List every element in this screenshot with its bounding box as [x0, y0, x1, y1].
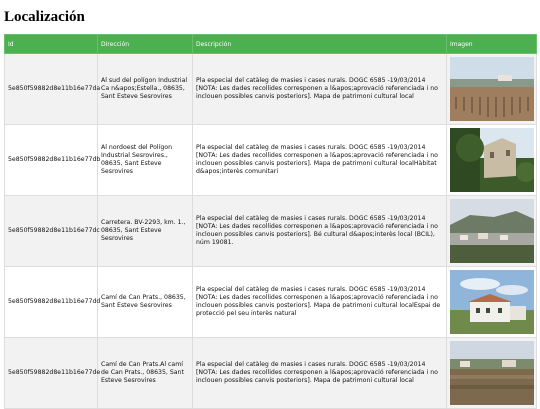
cell-imagen [446, 337, 537, 409]
cell-direccion: Al sud del polígon Industrial Ca n&apos;… [97, 53, 193, 125]
cell-id: 5e850f59882d8e11b16e77da [4, 53, 100, 125]
cell-descripcion: Pla especial del catàleg de masies i cas… [192, 124, 447, 196]
page-title: Localización [4, 9, 85, 25]
hillside-village-photo[interactable] [450, 199, 534, 263]
ruined-tower-photo[interactable] [450, 128, 534, 192]
cell-imagen [446, 195, 537, 267]
column-header-direccion: Dirección [97, 34, 193, 54]
cell-imagen [446, 53, 537, 125]
white-farmhouse-photo[interactable] [450, 270, 534, 334]
localizacion-table: Id Dirección Descripción Imagen 5e850f59… [4, 34, 537, 409]
cell-descripcion: Pla especial del catàleg de masies i cas… [192, 195, 447, 267]
column-header-id: Id [4, 34, 98, 54]
field-houses-photo[interactable] [450, 341, 534, 405]
column-header-imagen: Imagen [446, 34, 537, 54]
cell-direccion: Al nordoest del Polígon Industrial Sesro… [97, 124, 193, 196]
cell-direccion: Camí de Can Prats., 08635, Sant Esteve S… [97, 266, 193, 338]
cell-id: 5e850f59882d8e11b16e77dc [4, 195, 100, 267]
table-row: 5e850f59882d8e11b16e77da Al sud del polí… [4, 53, 537, 125]
cell-id: 5e850f59882d8e11b16e77db [4, 124, 100, 196]
cell-imagen [446, 266, 537, 338]
cell-direccion: Camí de Can Prats.Al camí de Can Prats.,… [97, 337, 193, 409]
table-header-row: Id Dirección Descripción Imagen [4, 34, 537, 54]
cell-id: 5e850f59882d8e11b16e77dd [4, 266, 100, 338]
cell-imagen [446, 124, 537, 196]
cell-descripcion: Pla especial del catàleg de masies i cas… [192, 266, 447, 338]
cell-direccion: Carretera. BV-2293, km. 1., 08635, Sant … [97, 195, 193, 267]
vineyard-photo[interactable] [450, 57, 534, 121]
table-row: 5e850f59882d8e11b16e77dd Camí de Can Pra… [4, 266, 537, 338]
table-row: 5e850f59882d8e11b16e77de Camí de Can Pra… [4, 337, 537, 409]
page-container: Localización Id Dirección Descripción Im… [0, 0, 540, 409]
cell-descripcion: Pla especial del catàleg de masies i cas… [192, 337, 447, 409]
cell-id: 5e850f59882d8e11b16e77de [4, 337, 100, 409]
column-header-descripcion: Descripción [192, 34, 447, 54]
table-row: 5e850f59882d8e11b16e77db Al nordoest del… [4, 124, 537, 196]
cell-descripcion: Pla especial del catàleg de masies i cas… [192, 53, 447, 125]
table-row: 5e850f59882d8e11b16e77dc Carretera. BV-2… [4, 195, 537, 267]
